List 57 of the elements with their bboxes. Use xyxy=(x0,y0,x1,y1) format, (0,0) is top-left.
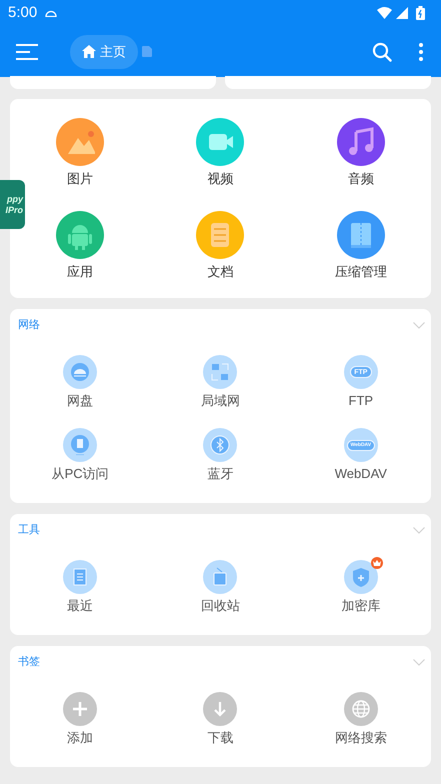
category-button[interactable] xyxy=(56,211,104,259)
badge-text: ppy xyxy=(6,194,23,204)
item-label: 网络搜索 xyxy=(334,729,387,747)
shortcut-button[interactable] xyxy=(63,355,98,389)
shortcut-button[interactable] xyxy=(203,428,238,462)
item-label: 最近 xyxy=(67,597,94,615)
category-label: 压缩管理 xyxy=(334,263,387,281)
chevron-down-icon[interactable] xyxy=(413,526,425,534)
category-button[interactable] xyxy=(336,211,385,259)
more-options-button[interactable] xyxy=(417,42,425,60)
floating-app-icon[interactable]: ppy IPro xyxy=(0,180,25,229)
section-title: 网络 xyxy=(18,318,40,333)
shield-icon xyxy=(350,567,371,587)
shortcut-button[interactable] xyxy=(63,692,98,726)
shortcut-button[interactable] xyxy=(344,560,378,594)
item-label: WebDAV xyxy=(334,465,387,483)
badge-text: IPro xyxy=(5,204,23,216)
category-label: 视频 xyxy=(207,170,234,188)
squares-icon xyxy=(210,362,230,382)
item-label: 蓝牙 xyxy=(207,465,234,483)
shortcut-button[interactable] xyxy=(203,692,238,726)
home-icon xyxy=(82,45,96,58)
item-label: 局域网 xyxy=(200,392,240,410)
wifi-icon xyxy=(377,7,392,19)
search-button[interactable] xyxy=(371,40,393,62)
item-label: 从PC访问 xyxy=(52,465,109,483)
section-title: 工具 xyxy=(18,522,40,538)
status-time: 5:00 xyxy=(8,2,38,23)
shortcut-button[interactable] xyxy=(63,560,98,594)
item-label: FTP xyxy=(348,392,374,410)
battery-icon xyxy=(416,6,425,20)
cloud-icon xyxy=(45,10,58,16)
category-label: 应用 xyxy=(67,263,94,281)
shortcut-button[interactable] xyxy=(344,692,378,726)
breadcrumb-chip[interactable]: 主页 xyxy=(70,34,138,68)
globe-icon xyxy=(350,699,371,719)
category-label: 文档 xyxy=(207,263,234,281)
shortcut-button[interactable] xyxy=(63,428,98,462)
item-label: 网盘 xyxy=(67,392,94,410)
document-icon xyxy=(142,46,152,57)
chevron-down-icon[interactable] xyxy=(413,658,425,666)
item-label: 加密库 xyxy=(341,597,380,615)
shortcut-button[interactable] xyxy=(203,560,238,594)
item-label: 添加 xyxy=(67,729,94,747)
bluetooth-icon xyxy=(210,435,230,455)
menu-button[interactable] xyxy=(16,44,38,60)
item-label: 下载 xyxy=(207,729,234,747)
monitor-icon xyxy=(70,435,90,455)
item-label: 回收站 xyxy=(200,597,240,615)
category-label: 音频 xyxy=(348,170,374,188)
section-title: 书签 xyxy=(18,654,40,670)
shortcut-button[interactable] xyxy=(203,355,238,389)
chevron-down-icon[interactable] xyxy=(413,322,425,328)
signal-icon xyxy=(396,7,408,19)
cloud-icon xyxy=(70,362,90,382)
category-label: 图片 xyxy=(67,170,94,188)
category-button[interactable] xyxy=(336,118,385,166)
